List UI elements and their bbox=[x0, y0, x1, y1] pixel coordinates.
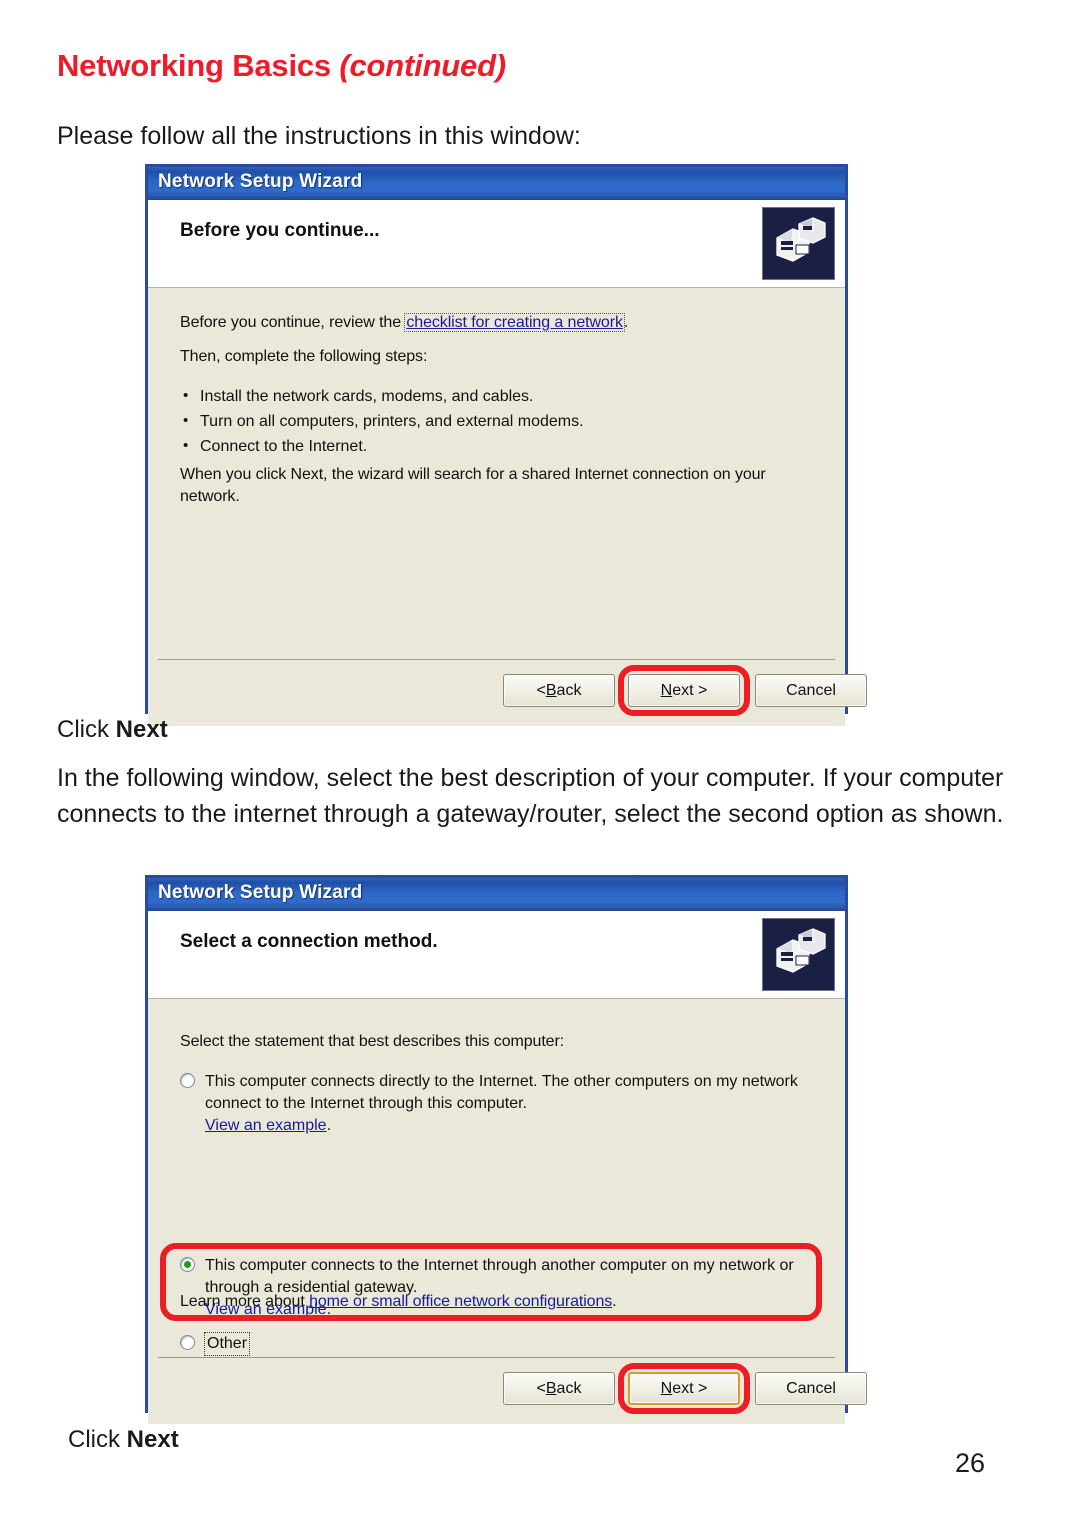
back-button-prefix: < bbox=[536, 681, 546, 699]
wizard-1-line-2: Then, complete the following steps: bbox=[180, 348, 428, 365]
wizard-2-content: Select the statement that best describes… bbox=[148, 999, 845, 1357]
page-title: Networking Basics (continued) bbox=[57, 48, 506, 84]
back-button-prefix: < bbox=[536, 1379, 546, 1397]
intro-paragraph: Please follow all the instructions in th… bbox=[57, 122, 581, 150]
wizard-1-header-title: Before you continue... bbox=[180, 220, 380, 241]
next-button-suffix: ext > bbox=[672, 1379, 708, 1397]
learn-more-suffix: . bbox=[612, 1293, 617, 1310]
back-button-mnemonic: B bbox=[545, 681, 557, 699]
wizard-1-line-1: Before you continue, review the checklis… bbox=[180, 312, 820, 334]
checklist-link[interactable]: checklist for creating a network bbox=[404, 313, 625, 332]
radio-option-label: Other bbox=[203, 1332, 251, 1356]
cancel-button[interactable]: Cancel bbox=[755, 1372, 867, 1405]
wizard-1-button-row: < Back Next > Cancel bbox=[148, 660, 867, 726]
page-title-continued: (continued) bbox=[339, 48, 506, 83]
page-title-main: Networking Basics bbox=[57, 48, 340, 83]
next-button-mnemonic: N bbox=[660, 681, 673, 699]
learn-more-line: Learn more about home or small office ne… bbox=[180, 1291, 617, 1313]
paragraph-two: In the following window, select the best… bbox=[57, 764, 1004, 828]
click-next-prefix-2: Click bbox=[68, 1426, 127, 1453]
wizard-1-line-3: When you click Next, the wizard will sea… bbox=[180, 466, 766, 505]
radio-option-label-wrap: Other bbox=[180, 1332, 480, 1356]
view-example-link-1-wrap: View an example. bbox=[180, 1115, 810, 1137]
radio-option-label: This computer connects directly to the I… bbox=[205, 1073, 798, 1112]
click-next-bold-1: Next bbox=[115, 716, 168, 743]
wizard-2-titlebar: Network Setup Wizard bbox=[148, 878, 845, 911]
network-setup-wizard-window-1: Network Setup Wizard Before you continue… bbox=[145, 164, 867, 726]
connection-method-prompt: Select the statement that best describes… bbox=[180, 1033, 565, 1050]
list-item: Install the network cards, modems, and c… bbox=[180, 383, 584, 409]
wizard-2-title: Network Setup Wizard bbox=[158, 882, 363, 903]
radio-icon[interactable] bbox=[180, 1073, 195, 1088]
back-button[interactable]: < Back bbox=[503, 1372, 615, 1405]
click-next-prefix-1: Click bbox=[57, 716, 116, 743]
click-next-bold-2: Next bbox=[126, 1426, 179, 1453]
back-button-suffix: ack bbox=[556, 681, 582, 699]
next-button-suffix: ext > bbox=[672, 681, 708, 699]
wizard-1-header: Before you continue... bbox=[148, 200, 845, 288]
wizard-1-content: Before you continue, review the checklis… bbox=[148, 288, 845, 659]
network-computers-icon bbox=[762, 207, 835, 280]
click-next-caption-2: Click Next bbox=[68, 1422, 179, 1458]
radio-option-direct-connection[interactable]: This computer connects directly to the I… bbox=[180, 1071, 810, 1137]
learn-more-prefix: Learn more about bbox=[180, 1293, 310, 1310]
cancel-button[interactable]: Cancel bbox=[755, 674, 867, 707]
back-button-suffix: ack bbox=[556, 1379, 582, 1397]
wizard-2-header: Select a connection method. bbox=[148, 911, 845, 999]
click-next-caption-1: Click Next bbox=[57, 712, 168, 748]
next-button[interactable]: Next > bbox=[628, 674, 740, 707]
back-button-mnemonic: B bbox=[545, 1379, 557, 1397]
radio-option-other[interactable]: Other bbox=[180, 1332, 480, 1356]
wizard-2-button-row: < Back Next > Cancel bbox=[148, 1358, 867, 1424]
wizard-1-titlebar: Network Setup Wizard bbox=[148, 167, 845, 200]
list-item: Connect to the Internet. bbox=[180, 433, 584, 459]
radio-icon-selected[interactable] bbox=[180, 1257, 195, 1272]
page-number: 26 bbox=[955, 1448, 986, 1478]
list-item: Turn on all computers, printers, and ext… bbox=[180, 408, 584, 434]
network-setup-wizard-window-2: Network Setup Wizard Select a connection… bbox=[145, 875, 867, 1424]
radio-icon[interactable] bbox=[180, 1335, 195, 1350]
network-computers-icon bbox=[762, 918, 835, 991]
next-button-mnemonic: N bbox=[660, 1379, 673, 1397]
wizard-1-steps-list: Install the network cards, modems, and c… bbox=[180, 383, 584, 459]
next-button[interactable]: Next > bbox=[628, 1372, 740, 1405]
wizard-1-line-1-prefix: Before you continue, review the bbox=[180, 314, 406, 331]
network-configurations-link[interactable]: home or small office network configurati… bbox=[309, 1293, 612, 1310]
view-example-link[interactable]: View an example bbox=[205, 1117, 327, 1134]
wizard-1-line-1-suffix: . bbox=[623, 314, 629, 331]
wizard-2-header-title: Select a connection method. bbox=[180, 931, 438, 952]
wizard-1-title: Network Setup Wizard bbox=[158, 171, 363, 192]
back-button[interactable]: < Back bbox=[503, 674, 615, 707]
view-example-suffix: . bbox=[326, 1117, 332, 1134]
